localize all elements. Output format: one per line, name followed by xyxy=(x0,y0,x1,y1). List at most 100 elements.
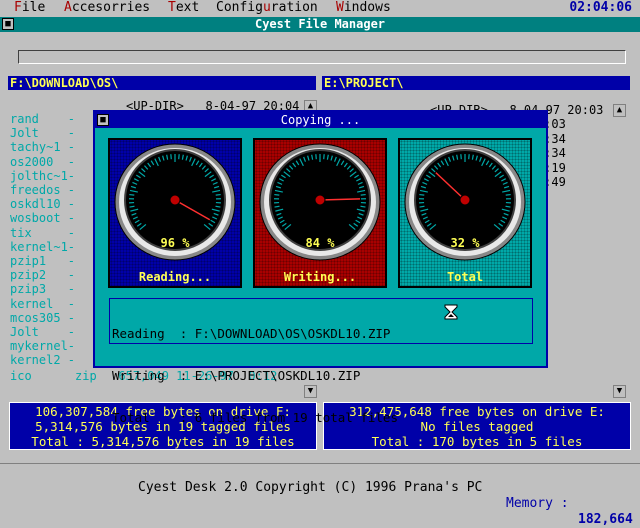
writing-percent: 84 % xyxy=(255,236,385,250)
left-panel-path[interactable]: F:\DOWNLOAD\OS\ xyxy=(8,76,316,90)
reading-label: Reading... xyxy=(110,270,240,284)
gauge-tick xyxy=(361,206,366,207)
right-scroll-up-button[interactable]: ▲ xyxy=(613,104,626,117)
file-marker: - xyxy=(68,339,75,353)
file-marker: - xyxy=(61,211,75,225)
file-name: rand xyxy=(10,112,39,126)
clock: 02:04:06 xyxy=(569,0,632,16)
menu-windows-label: indows xyxy=(344,0,391,15)
list-item[interactable]: kernel~1- xyxy=(10,241,75,254)
progress-bar xyxy=(18,50,626,64)
file-marker: - xyxy=(61,183,75,197)
list-item[interactable]: rand - xyxy=(10,113,75,126)
list-item[interactable]: os2000 - xyxy=(10,156,75,169)
total-percent: 32 % xyxy=(400,236,530,250)
file-name: pzip2 xyxy=(10,268,46,282)
right-panel-path[interactable]: E:\PROJECT\ xyxy=(322,76,630,90)
file-marker: - xyxy=(61,311,75,325)
total-gauge: 32 % Total xyxy=(398,138,532,288)
menu-windows[interactable]: Windows xyxy=(336,0,391,16)
menu-text[interactable]: Text xyxy=(168,0,199,16)
gauge-tick xyxy=(130,206,135,207)
file-name: kernel2 xyxy=(10,353,61,367)
file-marker: - xyxy=(39,126,75,140)
right-scrollbar[interactable]: ▲ ▼ xyxy=(613,100,626,398)
file-name: freedos xyxy=(10,183,61,197)
list-item[interactable]: pzip3 - xyxy=(10,283,75,296)
dialog-close-button[interactable]: ■ xyxy=(97,114,109,126)
list-item[interactable]: oskdl10 - xyxy=(10,198,75,211)
menu-text-label: ext xyxy=(176,0,199,15)
writing-gauge-dial xyxy=(255,140,385,286)
menu-accesorries-label: ccesorries xyxy=(72,0,150,15)
gauge-tick xyxy=(361,195,366,196)
list-item[interactable]: pzip2 - xyxy=(10,269,75,282)
file-marker: - xyxy=(39,325,75,339)
list-item[interactable]: jolthc~1- xyxy=(10,170,75,183)
list-item[interactable]: Jolt - xyxy=(10,127,75,140)
menu-file-hotkey: F xyxy=(14,0,22,15)
gauge-tick xyxy=(129,195,134,196)
list-item[interactable]: kernel2 - xyxy=(10,354,75,367)
file-name: pzip3 xyxy=(10,282,46,296)
memory-label: Memory : xyxy=(506,496,569,512)
status-bar: Cyest Desk 2.0 Copyright (C) 1996 Prana'… xyxy=(0,463,640,481)
gauge-tick xyxy=(216,206,221,207)
list-item[interactable]: kernel - xyxy=(10,298,75,311)
list-item[interactable]: tachy~1 - xyxy=(10,141,75,154)
list-item[interactable]: freedos - xyxy=(10,184,75,197)
file-name: jolthc~1 xyxy=(10,169,68,183)
file-name: tix xyxy=(10,226,32,240)
file-marker: - xyxy=(53,297,75,311)
reading-percent: 96 % xyxy=(110,236,240,250)
menu-accesorries[interactable]: Accesorries xyxy=(64,0,150,16)
copyright-text: Cyest Desk 2.0 Copyright (C) 1996 Prana'… xyxy=(138,480,482,496)
copying-dialog: Copying ... ■ 96 % Reading... 84 % Writi… xyxy=(93,110,548,368)
file-name: tachy~1 xyxy=(10,140,61,154)
window-title: Cyest File Manager xyxy=(0,17,640,32)
writing-gauge: 84 % Writing... xyxy=(253,138,387,288)
menu-file-label: ile xyxy=(22,0,45,15)
file-marker: - xyxy=(46,282,75,296)
info-writing: Writing : E:\PROJECT\OSKDL10.ZIP xyxy=(112,369,532,383)
reading-gauge-dial xyxy=(110,140,240,286)
gauge-tick xyxy=(506,195,511,196)
gauge-hub xyxy=(170,195,180,205)
gauge-tick xyxy=(419,195,424,196)
file-name: wosboot xyxy=(10,211,61,225)
menu-configuration-label: ration xyxy=(271,0,318,15)
file-name: kernel xyxy=(10,297,53,311)
list-item[interactable]: mykernel- xyxy=(10,340,75,353)
file-marker: - xyxy=(61,353,75,367)
list-item[interactable]: tix - xyxy=(10,227,75,240)
file-marker: - xyxy=(39,112,75,126)
file-marker: - xyxy=(53,155,75,169)
list-item[interactable]: Jolt - xyxy=(10,326,75,339)
menu-configuration-label-pre: Config xyxy=(216,0,263,15)
file-marker: - xyxy=(46,268,75,282)
file-marker: - xyxy=(68,169,75,183)
menu-configuration-hotkey: u xyxy=(263,0,271,15)
file-name: mykernel xyxy=(10,339,68,353)
list-item[interactable]: wosboot - xyxy=(10,212,75,225)
gauge-tick xyxy=(506,206,511,207)
gauge-tick xyxy=(275,206,280,207)
writing-label: Writing... xyxy=(255,270,385,284)
menu-file[interactable]: File xyxy=(14,0,45,16)
right-scroll-down-button[interactable]: ▼ xyxy=(613,385,626,398)
gauge-hub xyxy=(460,195,470,205)
gauge-tick xyxy=(216,195,221,196)
window-close-button[interactable]: ■ xyxy=(2,18,14,30)
menu-configuration[interactable]: Configuration xyxy=(216,0,318,16)
file-marker: - xyxy=(68,240,75,254)
menu-text-hotkey: T xyxy=(168,0,176,15)
file-marker: - xyxy=(61,140,75,154)
file-name: os2000 xyxy=(10,155,53,169)
file-marker: - xyxy=(32,226,75,240)
list-item[interactable]: mcos305 - xyxy=(10,312,75,325)
total-gauge-dial xyxy=(400,140,530,286)
file-name: kernel~1 xyxy=(10,240,68,254)
file-marker: - xyxy=(61,197,75,211)
file-name: Jolt xyxy=(10,325,39,339)
list-item[interactable]: pzip1 - xyxy=(10,255,75,268)
